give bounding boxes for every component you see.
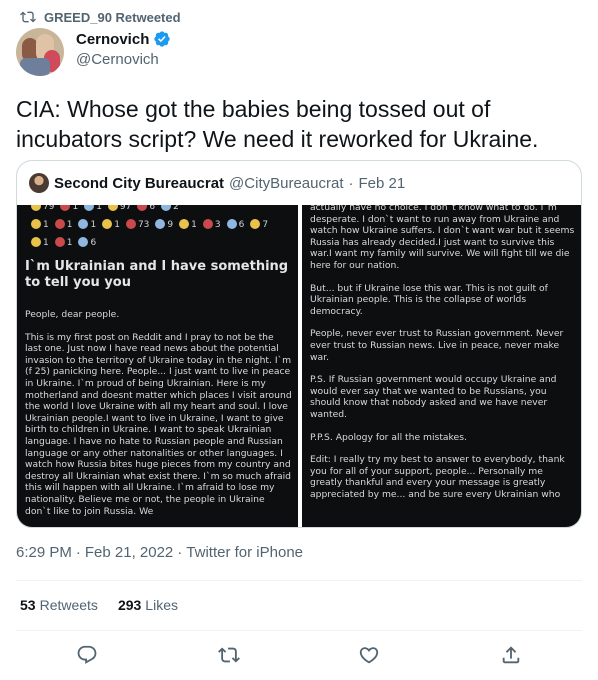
meta-separator: · <box>177 544 183 561</box>
reply-icon[interactable] <box>76 644 100 668</box>
award-row: 79 1 1 97 6 2 <box>17 205 179 212</box>
award-row: 1 1 1 1 73 9 1 3 6 7 <box>17 219 268 230</box>
retweet-icon <box>20 9 36 25</box>
divider <box>16 580 582 581</box>
quoted-handle: @CityBureaucrat <box>229 174 344 192</box>
quoted-display-name: Second City Bureaucrat <box>54 174 225 192</box>
quoted-date: Feb 21 <box>358 174 406 192</box>
author-display-name[interactable]: Cernovich <box>76 30 171 48</box>
quoted-image-left[interactable]: 79 1 1 97 6 2 1 1 1 1 73 9 1 3 6 7 1 1 6… <box>17 205 298 527</box>
quoted-avatar <box>29 173 49 193</box>
post-paragraph: P.S. If Russian government would occupy … <box>310 374 557 420</box>
post-body: People, dear people. This is my first po… <box>25 309 293 527</box>
author-handle[interactable]: @Cernovich <box>76 51 171 68</box>
retweets-stat[interactable]: 53 Retweets <box>20 597 98 613</box>
tweet-time[interactable]: 6:29 PM <box>16 544 72 561</box>
share-icon[interactable] <box>500 644 524 668</box>
tweet-meta: 6:29 PM · Feb 21, 2022 · Twitter for iPh… <box>16 544 303 561</box>
post-paragraph: People, never ever trust to Russian gove… <box>310 328 564 363</box>
quoted-tweet[interactable]: Second City Bureaucrat @CityBureaucrat ·… <box>16 160 582 528</box>
tweet-source[interactable]: Twitter for iPhone <box>186 544 303 561</box>
post-title: I`m Ukrainian and I have something to te… <box>25 259 289 290</box>
heart-icon[interactable] <box>358 644 382 668</box>
retweeted-by-text: GREED_90 Retweeted <box>44 9 181 25</box>
tweet-text: CIA: Whose got the babies being tossed o… <box>16 96 539 152</box>
tweet-date[interactable]: Feb 21, 2022 <box>85 544 173 561</box>
post-paragraph: P.P.S. Apology for all the mistakes. <box>310 431 467 443</box>
quoted-separator: · <box>348 174 354 192</box>
post-paragraph: This is my first post on Reddit and I pr… <box>25 331 292 517</box>
tweet-author[interactable]: Cernovich @Cernovich <box>16 28 171 76</box>
award-row: 1 1 6 <box>17 237 96 248</box>
post-paragraph: actually have no choice. I don`t know wh… <box>310 205 575 271</box>
retweeted-by-row[interactable]: GREED_90 Retweeted <box>20 8 181 26</box>
likes-stat[interactable]: 293 Likes <box>118 597 178 613</box>
avatar[interactable] <box>16 28 64 76</box>
post-paragraph: Edit: I really try my best to answer to … <box>310 454 565 500</box>
retweet-icon[interactable] <box>218 644 242 668</box>
quoted-image-right[interactable]: actually have no choice. I don`t know wh… <box>302 205 581 527</box>
verified-badge-icon <box>153 30 171 48</box>
tweet-stats: 53 Retweets 293 Likes <box>20 597 178 613</box>
post-paragraph: But... but if Ukraine lose this war. Thi… <box>310 282 548 317</box>
meta-separator: · <box>75 544 81 561</box>
quoted-tweet-header: Second City Bureaucrat @CityBureaucrat ·… <box>29 173 405 193</box>
post-paragraph: People, dear people. <box>25 309 120 320</box>
action-bar <box>0 644 598 670</box>
divider <box>16 630 582 631</box>
post-body: actually have no choice. I don`t know wh… <box>310 205 578 511</box>
